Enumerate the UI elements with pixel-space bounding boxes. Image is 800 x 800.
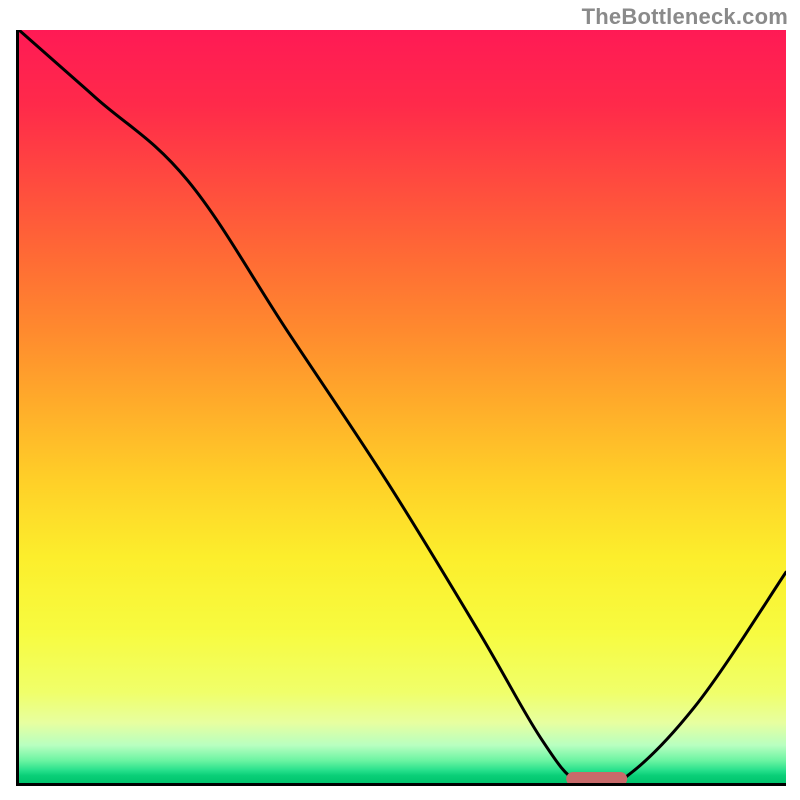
chart-container: TheBottleneck.com xyxy=(0,0,800,800)
watermark-text: TheBottleneck.com xyxy=(582,4,788,30)
gradient-background xyxy=(19,30,786,783)
optimal-marker xyxy=(566,772,628,786)
plot-area xyxy=(16,30,786,786)
